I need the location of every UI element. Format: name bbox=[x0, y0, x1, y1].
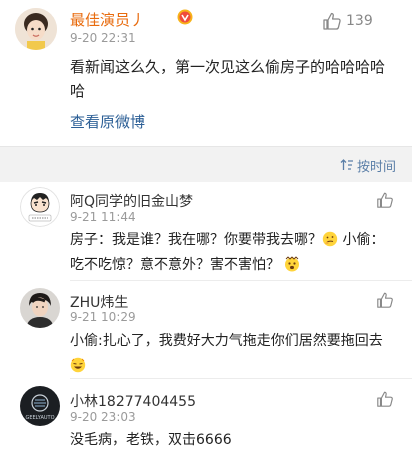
commenter-avatar[interactable] bbox=[20, 187, 60, 227]
scared-emoji-icon bbox=[285, 256, 300, 272]
laughing-emoji-icon bbox=[70, 357, 86, 373]
comment-time: 9-21 11:44 bbox=[70, 210, 136, 224]
like-icon[interactable] bbox=[376, 191, 394, 209]
like-count: 139 bbox=[346, 13, 373, 29]
sort-by-time-button[interactable]: 按时间 bbox=[357, 156, 396, 175]
comment-text-part: 小偷:扎心了，我费好大力气拖走你们居然要拖回去 bbox=[70, 333, 383, 349]
avatar-logo-text: GEELYAUTO bbox=[25, 415, 54, 421]
comment-item: ZHU炜生 9-21 10:29 小偷:扎心了，我费好大力气拖走你们居然要拖回去 bbox=[0, 281, 412, 378]
comment-item: GEELYAUTO 小林18277404455 9-20 23:03 没毛病，老… bbox=[0, 379, 412, 463]
comment-text: 没毛病，老铁，双击6666 bbox=[70, 428, 392, 453]
sort-icon[interactable] bbox=[340, 158, 354, 172]
commenter-name[interactable]: 小林18277404455 bbox=[70, 391, 196, 411]
post-content: 看新闻这么久，第一次见这么偷房子的哈哈哈哈哈 bbox=[70, 58, 386, 100]
view-original-link[interactable]: 查看原微博 bbox=[70, 111, 145, 132]
comment-time: 9-20 23:03 bbox=[70, 410, 136, 424]
like-icon[interactable] bbox=[376, 390, 394, 408]
comment-item: 阿Q同学的旧金山梦 9-21 11:44 房子：我是谁？我在哪？你要带我去哪？ … bbox=[0, 182, 412, 280]
commenter-avatar[interactable]: GEELYAUTO bbox=[20, 386, 60, 426]
comment-time: 9-21 10:29 bbox=[70, 310, 136, 324]
comment-text-part: 房子：我是谁？我在哪？你要带我去哪？ bbox=[70, 232, 322, 248]
post-time: 9-20 22:31 bbox=[70, 31, 136, 45]
commenter-name[interactable]: ZHU炜生 bbox=[70, 292, 128, 312]
comment-text: 小偷:扎心了，我费好大力气拖走你们居然要拖回去 bbox=[70, 329, 392, 379]
like-icon[interactable] bbox=[322, 11, 342, 31]
comment-text: 房子：我是谁？我在哪？你要带我去哪？ 小偷：吃不吃惊？意不意外？害不害怕？ bbox=[70, 228, 392, 278]
commenter-name[interactable]: 阿Q同学的旧金山梦 bbox=[70, 191, 193, 211]
vip-badge-icon bbox=[177, 9, 193, 25]
like-icon[interactable] bbox=[376, 291, 394, 309]
main-post: 最佳演员丿 9-20 22:31 139 看新闻这么久，第一次见这么偷房子的哈哈… bbox=[0, 0, 412, 146]
comment-text-part: 没毛病，老铁，双击6666 bbox=[70, 432, 232, 448]
comments-header: 按时间 bbox=[0, 146, 412, 182]
thinking-emoji-icon bbox=[322, 231, 338, 247]
commenter-avatar[interactable] bbox=[20, 288, 60, 328]
author-avatar[interactable] bbox=[15, 8, 57, 50]
author-name[interactable]: 最佳演员丿 bbox=[70, 9, 145, 30]
